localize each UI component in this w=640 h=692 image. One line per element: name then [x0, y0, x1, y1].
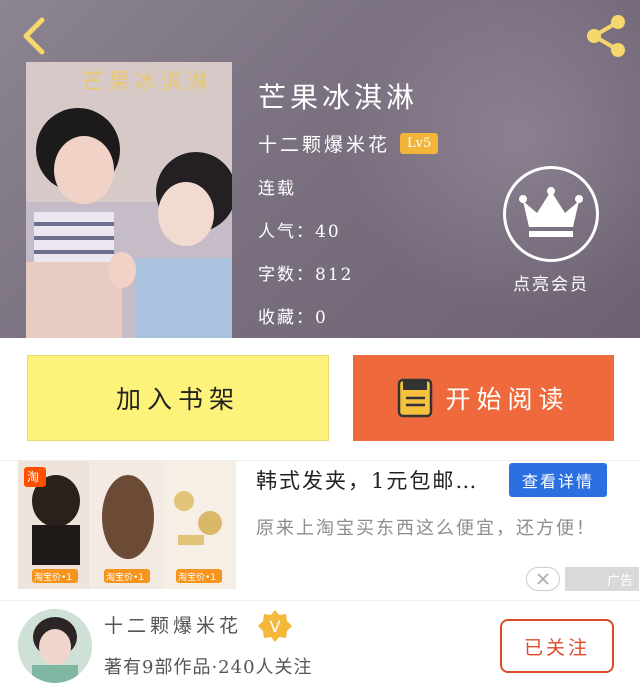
ad-details-button[interactable]: 查看详情	[509, 463, 607, 497]
author-name-footer[interactable]: 十二颗爆米花	[104, 611, 242, 638]
cover-title: 芒果冰淇淋	[82, 70, 213, 95]
add-to-shelf-label: 加入书架	[115, 385, 240, 414]
ad-description: 原来上淘宝买东西这么便宜，还方便！	[256, 518, 596, 539]
verified-icon: V	[258, 610, 292, 642]
crown-icon	[503, 166, 599, 262]
cover-illustration	[26, 62, 232, 338]
ad-banner[interactable]: 淘 淘宝价•1 淘宝价•1 淘宝价•1 韩式发夹，1元包邮… 查看详情 原来上淘…	[0, 460, 640, 600]
vip-label: 点亮会员	[513, 275, 589, 295]
share-icon[interactable]	[582, 12, 630, 60]
back-arrow-icon[interactable]	[14, 14, 58, 58]
favorites-text: 收藏：0	[258, 308, 328, 328]
ad-tag-label: 广告	[606, 573, 633, 589]
avatar[interactable]	[18, 609, 92, 683]
vip-button[interactable]: 点亮会员	[500, 166, 602, 295]
price-tag: 淘宝价•1	[178, 573, 217, 583]
follow-button[interactable]: 已关注	[500, 619, 614, 673]
v-badge-text: V	[270, 617, 281, 636]
close-icon[interactable]	[526, 567, 560, 591]
author-stats: 著有9部作品·240人关注	[104, 657, 313, 678]
book-icon	[398, 378, 433, 418]
status-text: 连载	[258, 179, 296, 199]
level-badge: Lv5	[400, 133, 439, 154]
ad-tag: 广告	[565, 567, 639, 591]
book-header: 芒果冰淇淋 芒果冰淇淋 十二颗爆米花 Lv5 连载 人气：40 字数：812 收…	[0, 0, 640, 338]
price-tag: 淘宝价•1	[34, 573, 73, 583]
book-cover[interactable]: 芒果冰淇淋	[26, 62, 232, 338]
start-reading-button[interactable]: 开始阅读	[353, 355, 614, 441]
book-title: 芒果冰淇淋	[258, 81, 419, 114]
start-reading-label: 开始阅读	[445, 385, 570, 414]
popularity-text: 人气：40	[258, 222, 341, 242]
word-count-text: 字数：812	[258, 265, 354, 285]
author-name[interactable]: 十二颗爆米花	[258, 130, 390, 157]
price-tag: 淘宝价•1	[106, 573, 145, 583]
ad-title[interactable]: 韩式发夹，1元包邮…	[256, 465, 511, 495]
author-card: 十二颗爆米花 V 著有9部作品·240人关注 已关注	[0, 600, 640, 692]
ad-image[interactable]: 淘 淘宝价•1 淘宝价•1 淘宝价•1	[18, 461, 236, 589]
add-to-shelf-button[interactable]: 加入书架	[27, 355, 329, 441]
author-row: 十二颗爆米花 Lv5	[258, 130, 439, 157]
action-bar: 加入书架 开始阅读	[0, 338, 640, 460]
taobao-badge: 淘	[27, 470, 40, 484]
